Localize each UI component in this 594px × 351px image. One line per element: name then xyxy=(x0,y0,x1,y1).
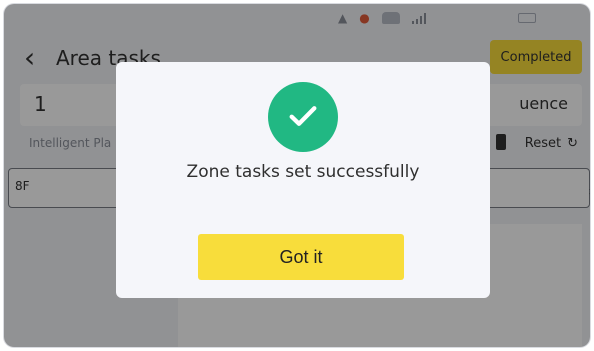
success-message: Zone tasks set successfully xyxy=(186,162,420,182)
success-dialog: Zone tasks set successfully Got it xyxy=(116,62,490,298)
success-check-icon xyxy=(268,82,338,152)
got-it-button[interactable]: Got it xyxy=(198,234,404,280)
app-screen: ▲ ● ‹ Area tasks Completed 1 uence Intel… xyxy=(4,4,590,347)
